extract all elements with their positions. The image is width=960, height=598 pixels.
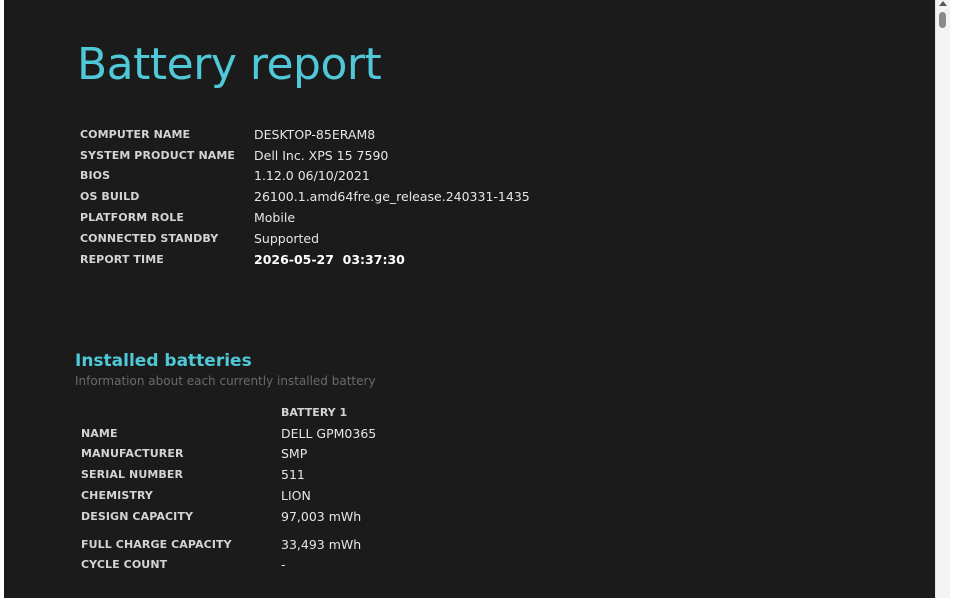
info-label: REPORT TIME [80,252,164,266]
info-label: CONNECTED STANDBY [80,231,219,245]
battery-value: 33,493 mWh [281,536,362,552]
info-label: COMPUTER NAME [80,127,191,141]
battery-label: MANUFACTURER [81,447,184,461]
battery-label: NAME [81,426,118,440]
info-label: PLATFORM ROLE [80,211,184,225]
battery-row-cycle-count: CYCLE COUNT - [81,555,376,576]
info-label: SYSTEM PRODUCT NAME [80,148,236,162]
info-value: DESKTOP-85ERAM8 [254,126,376,142]
info-value: 1.12.0 06/10/2021 [254,168,370,184]
battery-row-design-capacity: DESIGN CAPACITY 97,003 mWh [81,506,376,527]
info-row-system-product-name: SYSTEM PRODUCT NAME Dell Inc. XPS 15 759… [80,145,530,166]
vertical-scrollbar[interactable] [935,0,950,598]
battery-value: DELL GPM0365 [281,425,377,441]
battery-label: DESIGN CAPACITY [81,509,194,523]
info-label: OS BUILD [80,190,140,204]
info-row-platform-role: PLATFORM ROLE Mobile [80,207,530,228]
battery-row-name: NAME DELL GPM0365 [81,423,376,444]
battery-value: LION [281,488,311,504]
info-row-computer-name: COMPUTER NAME DESKTOP-85ERAM8 [80,124,530,145]
info-row-os-build: OS BUILD 26100.1.amd64fre.ge_release.240… [80,186,530,207]
battery-label: CHEMISTRY [81,489,153,503]
info-row-connected-standby: CONNECTED STANDBY Supported [80,228,530,249]
info-value: Mobile [254,210,296,226]
battery-row-serial-number: SERIAL NUMBER 511 [81,464,376,485]
info-value: Dell Inc. XPS 15 7590 [254,147,389,163]
battery-report-page: Battery report COMPUTER NAME DESKTOP-85E… [4,0,935,598]
system-info-table: COMPUTER NAME DESKTOP-85ERAM8 SYSTEM PRO… [80,124,530,270]
battery-label: CYCLE COUNT [81,558,168,572]
battery-row-manufacturer: MANUFACTURER SMP [81,444,376,465]
section-subtitle: Information about each currently install… [75,374,376,388]
battery-row-chemistry: CHEMISTRY LION [81,485,376,506]
scrollbar-thumb[interactable] [939,12,946,28]
battery-row-full-charge-capacity: FULL CHARGE CAPACITY 33,493 mWh [81,534,376,555]
row-spacer [81,527,376,534]
battery-value: 511 [281,467,305,483]
info-value: Supported [254,230,320,246]
info-value: 26100.1.amd64fre.ge_release.240331-1435 [254,189,530,205]
battery-value: 97,003 mWh [281,508,362,524]
battery-header-row: BATTERY 1 [81,402,376,423]
info-row-report-time: REPORT TIME 2026-05-27 03:37:30 [80,249,530,270]
column-header-battery-1: BATTERY 1 [281,405,348,419]
info-row-bios: BIOS 1.12.0 06/10/2021 [80,166,530,187]
battery-value: - [281,557,286,573]
battery-value: SMP [281,446,308,462]
page-title: Battery report [77,39,382,90]
chevron-up-icon[interactable] [939,1,947,6]
battery-label: SERIAL NUMBER [81,468,184,482]
installed-batteries-table: BATTERY 1 NAME DELL GPM0365 MANUFACTURER… [81,402,376,575]
section-title-installed-batteries: Installed batteries [75,351,252,371]
battery-label: FULL CHARGE CAPACITY [81,537,232,551]
info-label: BIOS [80,169,111,183]
info-value: 2026-05-27 03:37:30 [254,251,405,267]
empty-header-cell [81,402,281,423]
